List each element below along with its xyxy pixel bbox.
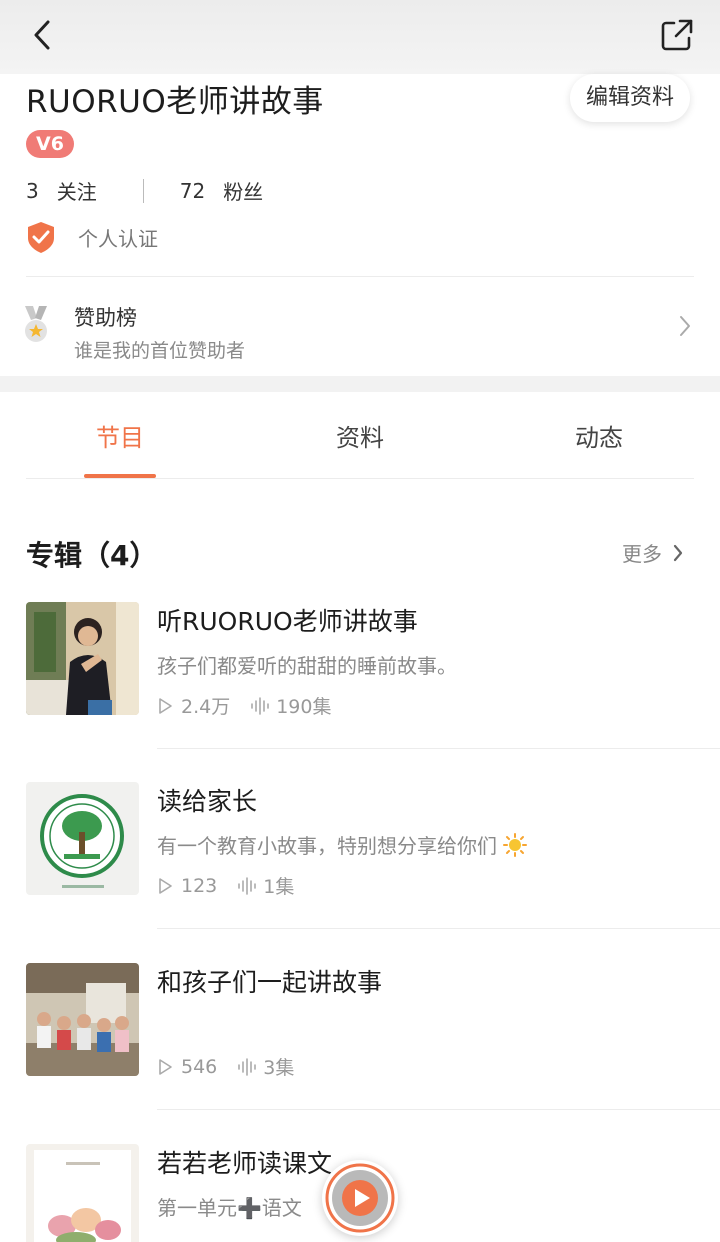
tab-programs[interactable]: 节目: [96, 418, 144, 453]
chevron-right-icon: [673, 544, 683, 561]
more-albums-link[interactable]: 更多: [622, 538, 684, 567]
tab-activity[interactable]: 动态: [575, 418, 623, 453]
edit-profile-button[interactable]: 编辑资料: [569, 74, 690, 122]
album-description: 第一单元➕语文: [157, 1196, 302, 1220]
section-gap: [0, 376, 720, 392]
album-meta: 546 3集: [157, 1053, 294, 1080]
play-icon: [159, 697, 172, 714]
tabs-divider: [26, 478, 694, 479]
tab-bar: 节目 资料 动态: [0, 392, 720, 480]
following-count[interactable]: 3: [26, 179, 39, 203]
chevron-right-icon: [680, 316, 690, 336]
more-label: 更多: [622, 542, 662, 566]
follow-stats: 3 关注 72 粉丝: [26, 176, 263, 205]
album-title: 听RUORUO老师讲故事: [157, 607, 418, 636]
album-meta: 123 1集: [157, 872, 294, 899]
album-cover: [26, 782, 139, 895]
albums-section-title: 专辑（4）: [26, 539, 158, 572]
album-item[interactable]: 听RUORUO老师讲故事 孩子们都爱听的甜甜的睡前故事。 2.4万 190集: [0, 602, 720, 782]
play-icon: [159, 1058, 172, 1075]
sponsor-row[interactable]: 赞助榜 谁是我的首位赞助者: [0, 280, 720, 374]
floating-player-button[interactable]: [322, 1160, 398, 1236]
divider: [26, 276, 694, 277]
album-description: 孩子们都爱听的甜甜的睡前故事。: [157, 654, 457, 678]
top-bar: [0, 0, 720, 74]
play-count: 123: [181, 874, 218, 897]
album-divider: [157, 748, 720, 749]
fans-count[interactable]: 72: [180, 179, 205, 203]
sponsor-subtitle: 谁是我的首位赞助者: [74, 340, 246, 362]
shield-check-icon: [28, 222, 54, 253]
album-description: 有一个教育小故事，特别想分享给你们: [157, 830, 528, 859]
album-meta: 2.4万 190集: [157, 692, 331, 719]
play-count: 546: [181, 1055, 218, 1078]
tab-info[interactable]: 资料: [336, 418, 384, 453]
stats-divider: [142, 178, 144, 203]
following-label[interactable]: 关注: [57, 176, 97, 205]
profile-name: RUORUO老师讲故事: [26, 84, 324, 120]
album-divider: [157, 1109, 720, 1110]
sun-icon: [503, 833, 528, 857]
medal-icon: [25, 306, 47, 342]
audio-wave-icon: [251, 696, 270, 715]
album-cover: [26, 1144, 139, 1242]
fans-label[interactable]: 粉丝: [223, 176, 263, 205]
play-icon: [325, 1163, 395, 1233]
album-divider: [157, 928, 720, 929]
play-count: 2.4万: [181, 696, 231, 718]
certification-row[interactable]: 个人认证: [26, 220, 158, 254]
episode-count: 3集: [263, 1057, 295, 1079]
album-title: 和孩子们一起讲故事: [157, 968, 383, 997]
album-cover: [26, 602, 139, 715]
album-description-text: 有一个教育小故事，特别想分享给你们: [157, 834, 497, 858]
audio-wave-icon: [238, 876, 257, 895]
album-item[interactable]: 读给家长 有一个教育小故事，特别想分享给你们 123 1集: [0, 782, 720, 962]
level-badge: V6: [26, 130, 74, 158]
album-item[interactable]: 和孩子们一起讲故事 546 3集: [0, 963, 720, 1143]
share-icon[interactable]: [660, 18, 694, 52]
album-cover: [26, 963, 139, 1076]
play-icon: [159, 877, 172, 894]
album-title: 若若老师读课文: [157, 1149, 333, 1178]
back-arrow-icon[interactable]: [28, 16, 58, 54]
episode-count: 190集: [276, 696, 332, 718]
episode-count: 1集: [263, 876, 295, 898]
certification-label: 个人认证: [78, 226, 158, 251]
album-title: 读给家长: [157, 787, 258, 816]
sponsor-title: 赞助榜: [74, 306, 137, 330]
audio-wave-icon: [238, 1057, 257, 1076]
